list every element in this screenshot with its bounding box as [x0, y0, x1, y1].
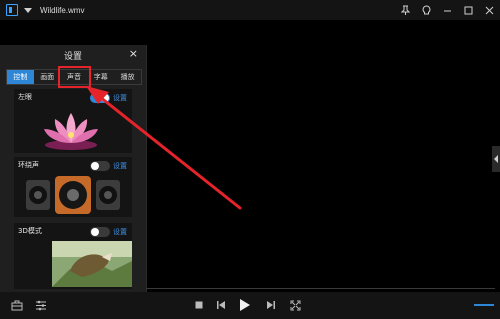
playlist-settings-icon[interactable]: [35, 300, 47, 311]
annotation-arrow-icon: [86, 86, 242, 210]
fullscreen-icon[interactable]: [290, 300, 301, 311]
seek-bar[interactable]: [0, 285, 500, 292]
next-icon[interactable]: [266, 300, 276, 310]
previous-icon[interactable]: [216, 300, 226, 310]
play-icon[interactable]: [239, 298, 251, 312]
volume-bar[interactable]: [474, 304, 494, 306]
toolbox-icon[interactable]: [11, 300, 23, 311]
stop-icon[interactable]: [195, 301, 203, 309]
control-bar: [0, 292, 500, 319]
